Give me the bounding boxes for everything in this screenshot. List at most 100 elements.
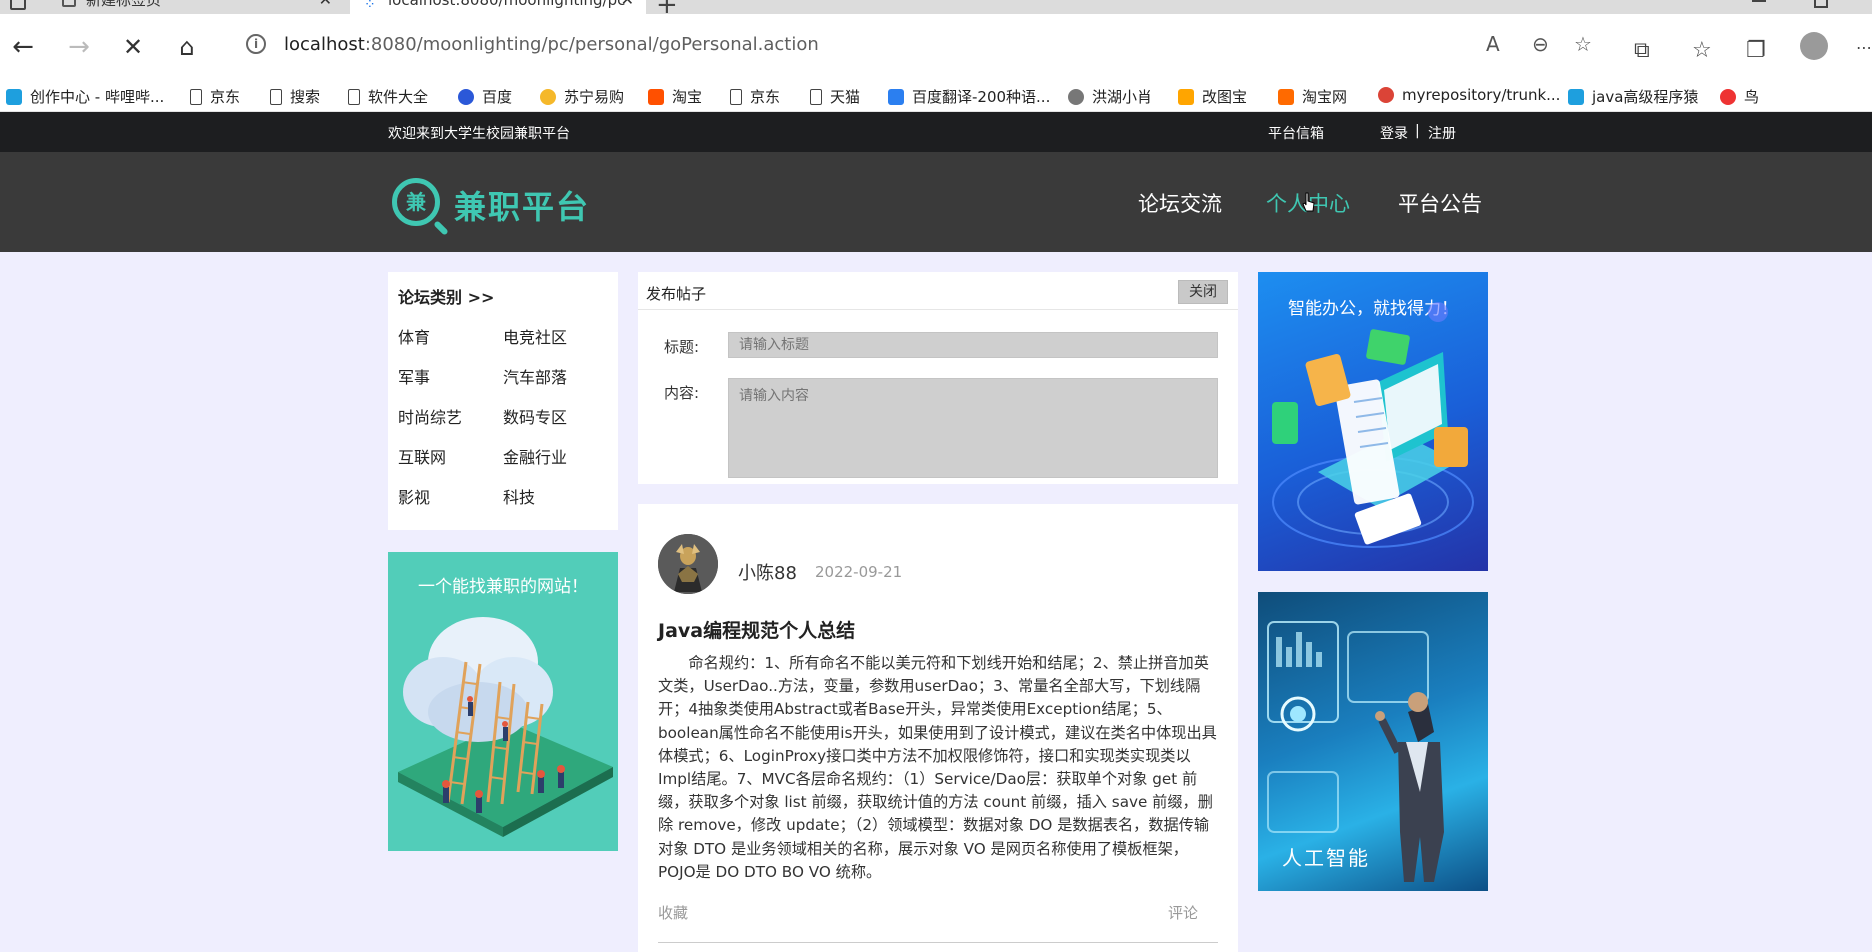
tab-label: localhost:8080/moonlighting/pc xyxy=(388,0,626,9)
welcome-text: 欢迎来到大学生校园兼职平台 xyxy=(388,126,570,142)
logo-text: 兼职平台 xyxy=(454,188,591,226)
chrome-icon xyxy=(1378,87,1394,103)
bookmark-item[interactable]: 天猫 xyxy=(810,86,860,107)
site-topbar: 欢迎来到大学生校园兼职平台 平台信箱 登录 | 注册 xyxy=(0,112,1872,152)
bookmark-item[interactable]: 淘宝网 xyxy=(1278,86,1347,107)
forward-arrow-icon[interactable]: → xyxy=(64,32,94,62)
category-item[interactable]: 互联网 xyxy=(398,444,446,468)
address-bar[interactable]: i localhost:8080/moonlighting/pc/persona… xyxy=(222,22,1606,68)
taobao-icon xyxy=(648,89,664,105)
page-icon xyxy=(810,89,822,105)
category-item[interactable]: 科技 xyxy=(503,484,535,508)
logo-magnifier-icon: 兼 xyxy=(392,178,440,226)
login-link[interactable]: 登录 xyxy=(1380,123,1408,143)
post-card: 小陈88 2022-09-21 Java编程规范个人总结 命名规约：1、所有命名… xyxy=(638,504,1238,952)
category-item[interactable]: 数码专区 xyxy=(503,404,567,428)
browser-tab-active[interactable]: ⁘ localhost:8080/moonlighting/pc ✕ xyxy=(350,0,646,14)
new-tab-icon[interactable]: + xyxy=(656,0,678,14)
bookmark-item[interactable]: 京东 xyxy=(190,86,240,107)
bookmark-item[interactable]: 软件大全 xyxy=(348,86,428,107)
back-arrow-icon[interactable]: ← xyxy=(8,32,38,62)
nav-forum[interactable]: 论坛交流 xyxy=(1138,188,1222,218)
more-menu-icon[interactable]: ⋯ xyxy=(1856,38,1872,57)
bookmark-item[interactable]: myrepository/trunk... xyxy=(1378,86,1560,104)
extensions-icon[interactable]: ⧉ xyxy=(1634,38,1650,63)
bookmark-item[interactable]: 苏宁易购 xyxy=(540,86,624,107)
bookmark-item[interactable]: 鸟 xyxy=(1720,86,1759,107)
collections-icon[interactable]: ❐ xyxy=(1746,38,1766,63)
page-icon xyxy=(270,89,282,105)
bookmark-item[interactable]: 搜索 xyxy=(270,86,320,107)
category-item[interactable]: 军事 xyxy=(398,364,430,388)
bookmark-item[interactable]: 改图宝 xyxy=(1178,86,1247,107)
site-info-icon[interactable]: i xyxy=(246,34,266,54)
topbar-separator: | xyxy=(1415,123,1420,139)
mouse-pointer-icon xyxy=(1302,192,1315,212)
author-avatar[interactable] xyxy=(658,534,718,594)
category-item[interactable]: 时尚综艺 xyxy=(398,404,462,428)
browser-tab-newtab[interactable]: 新建标签页 ✕ xyxy=(48,0,344,14)
category-item[interactable]: 体育 xyxy=(398,324,430,348)
bookmark-item[interactable]: 洪湖小肖 xyxy=(1068,86,1152,107)
ad-ai-text: 人工智能 xyxy=(1282,846,1370,870)
bookmark-item[interactable]: 京东 xyxy=(730,86,780,107)
comment-button[interactable]: 评论 xyxy=(1168,902,1198,923)
ad-banner-ai[interactable]: 人工智能 xyxy=(1258,592,1488,891)
browser-tab-strip: 新建标签页 ✕ ⁘ localhost:8080/moonlighting/pc … xyxy=(0,0,1872,14)
stop-loading-icon[interactable]: ✕ xyxy=(118,32,148,62)
post-title[interactable]: Java编程规范个人总结 xyxy=(658,616,855,643)
category-title: 论坛类别 >> xyxy=(398,288,495,307)
bookmarks-bar: 创作中心 - 哔哩哔... 京东 搜索 软件大全 百度 苏宁易购 淘宝 京东 天… xyxy=(0,78,1872,112)
post-content-textarea[interactable] xyxy=(728,378,1218,478)
smart-office-illustration xyxy=(1272,302,1474,548)
bookmark-item[interactable]: 百度翻译-200种语... xyxy=(888,86,1050,107)
content-label: 内容: xyxy=(664,384,700,402)
category-item[interactable]: 影视 xyxy=(398,484,430,508)
page-icon xyxy=(190,89,202,105)
category-item[interactable]: 金融行业 xyxy=(503,444,567,468)
favorites-icon[interactable]: ☆ xyxy=(1692,38,1712,63)
author-name[interactable]: 小陈88 xyxy=(738,559,797,585)
page-icon xyxy=(730,89,742,105)
favorite-button[interactable]: 收藏 xyxy=(658,902,688,923)
post-divider xyxy=(658,942,1218,943)
bird-icon xyxy=(1720,89,1736,105)
read-aloud-icon[interactable]: A xyxy=(1486,32,1500,56)
window-minimize-icon[interactable] xyxy=(1752,0,1766,2)
bookmark-item[interactable]: 百度 xyxy=(458,86,512,107)
category-item[interactable]: 电竞社区 xyxy=(503,324,567,348)
hong-icon xyxy=(1068,89,1084,105)
page-icon xyxy=(348,89,360,105)
window-maximize-icon[interactable] xyxy=(1814,0,1828,8)
ad-banner-office[interactable]: 智能办公，就找得力！ xyxy=(1258,272,1488,571)
cloud-ladder-illustration xyxy=(398,617,613,837)
tab-close-icon[interactable]: ✕ xyxy=(621,0,634,10)
forum-category-panel: 论坛类别 >> 体育 电竞社区 军事 汽车部落 时尚综艺 数码专区 互联网 金融… xyxy=(388,272,618,530)
gaitubao-icon xyxy=(1178,89,1194,105)
baidu-paw-icon xyxy=(458,89,474,105)
home-icon[interactable]: ⌂ xyxy=(172,32,202,62)
category-item[interactable]: 汽车部落 xyxy=(503,364,567,388)
zoom-out-icon[interactable]: ⊖ xyxy=(1532,32,1549,56)
publish-post-title: 发布帖子 xyxy=(646,285,707,303)
address-url[interactable]: localhost:8080/moonlighting/pc/personal/… xyxy=(284,34,819,55)
baidu-translate-icon xyxy=(888,89,904,105)
bilibili-icon xyxy=(1568,89,1584,105)
bookmark-item[interactable]: 创作中心 - 哔哩哔... xyxy=(6,86,164,107)
add-favorite-icon[interactable]: ☆ xyxy=(1574,32,1592,56)
profile-avatar-icon[interactable] xyxy=(1800,32,1828,60)
nav-announcements[interactable]: 平台公告 xyxy=(1398,188,1482,218)
bookmark-item[interactable]: 淘宝 xyxy=(648,86,702,107)
sidebar-toggle-icon[interactable] xyxy=(10,0,26,10)
close-button[interactable]: 关闭 xyxy=(1178,280,1228,304)
title-label: 标题: xyxy=(664,338,700,356)
post-title-input[interactable] xyxy=(728,332,1218,358)
platform-mailbox-link[interactable]: 平台信箱 xyxy=(1268,123,1324,143)
tab-favicon-icon xyxy=(62,0,76,7)
register-link[interactable]: 注册 xyxy=(1428,123,1456,143)
bookmark-item[interactable]: java高级程序猿 xyxy=(1568,86,1698,107)
promo-banner-left[interactable]: 一个能找兼职的网站！ xyxy=(388,552,618,851)
tab-close-icon[interactable]: ✕ xyxy=(319,0,332,10)
publish-post-panel: 发布帖子 关闭 标题: 内容: xyxy=(638,272,1238,484)
post-body: 命名规约：1、所有命名不能以美元符和下划线开始和结尾；2、禁止拼音加英文类，Us… xyxy=(658,654,1217,881)
